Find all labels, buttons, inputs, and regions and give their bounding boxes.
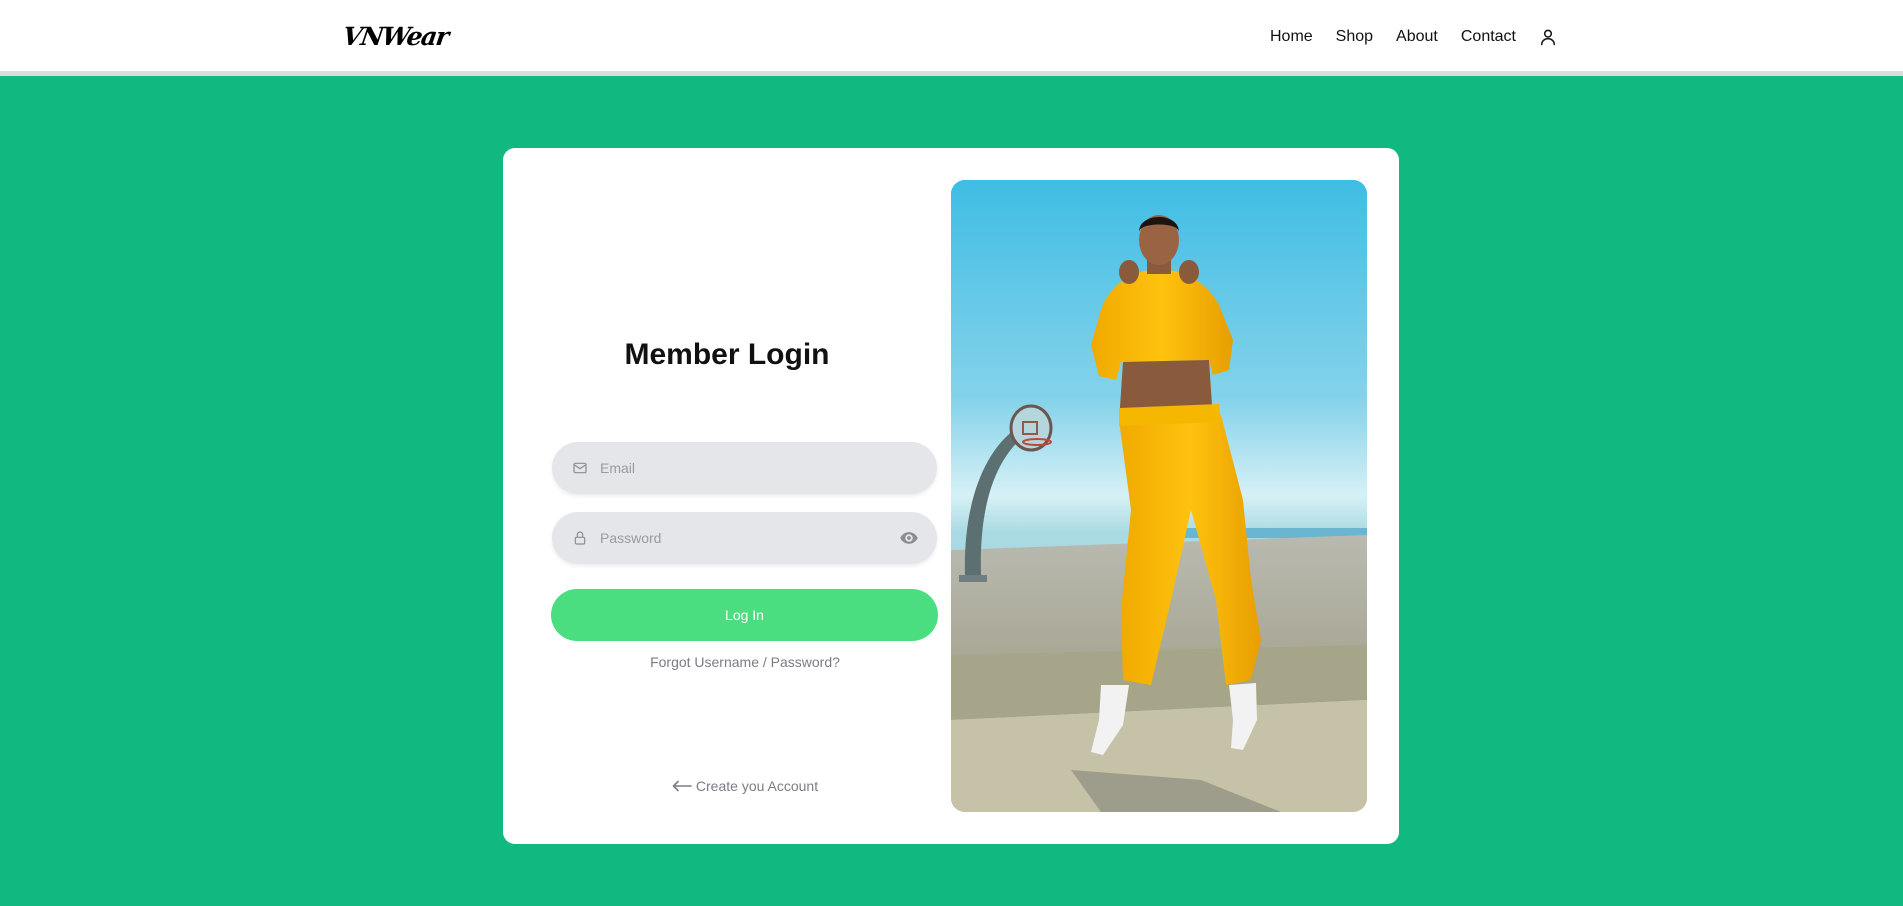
email-input[interactable] <box>600 442 937 494</box>
email-field[interactable] <box>552 442 937 494</box>
arrow-left-icon <box>672 780 692 792</box>
fashion-model-image <box>951 180 1367 812</box>
main-nav: Home Shop About Contact <box>1247 27 1558 47</box>
forgot-password-link[interactable]: Forgot Username / Password? <box>503 654 987 670</box>
password-input[interactable] <box>600 512 899 564</box>
page-title: Member Login <box>624 338 830 371</box>
hero-photo <box>951 180 1367 812</box>
nav-about[interactable]: About <box>1396 28 1438 46</box>
mail-icon <box>573 462 587 474</box>
lock-icon <box>574 531 586 545</box>
create-account-link[interactable]: Create you Account <box>503 778 987 794</box>
eye-icon[interactable] <box>899 528 919 548</box>
site-header: VNWear Home Shop About Contact <box>0 0 1903 76</box>
login-button[interactable]: Log In <box>551 589 938 641</box>
create-account-label: Create you Account <box>695 778 819 794</box>
password-field[interactable] <box>552 512 937 564</box>
nav-shop[interactable]: Shop <box>1336 28 1373 46</box>
user-icon[interactable] <box>1538 27 1558 47</box>
site-logo[interactable]: VNWear <box>341 22 450 51</box>
nav-home[interactable]: Home <box>1270 28 1313 46</box>
nav-contact[interactable]: Contact <box>1461 28 1516 46</box>
login-card: Member Login Log In Forgot Username / Pa… <box>503 148 1399 844</box>
